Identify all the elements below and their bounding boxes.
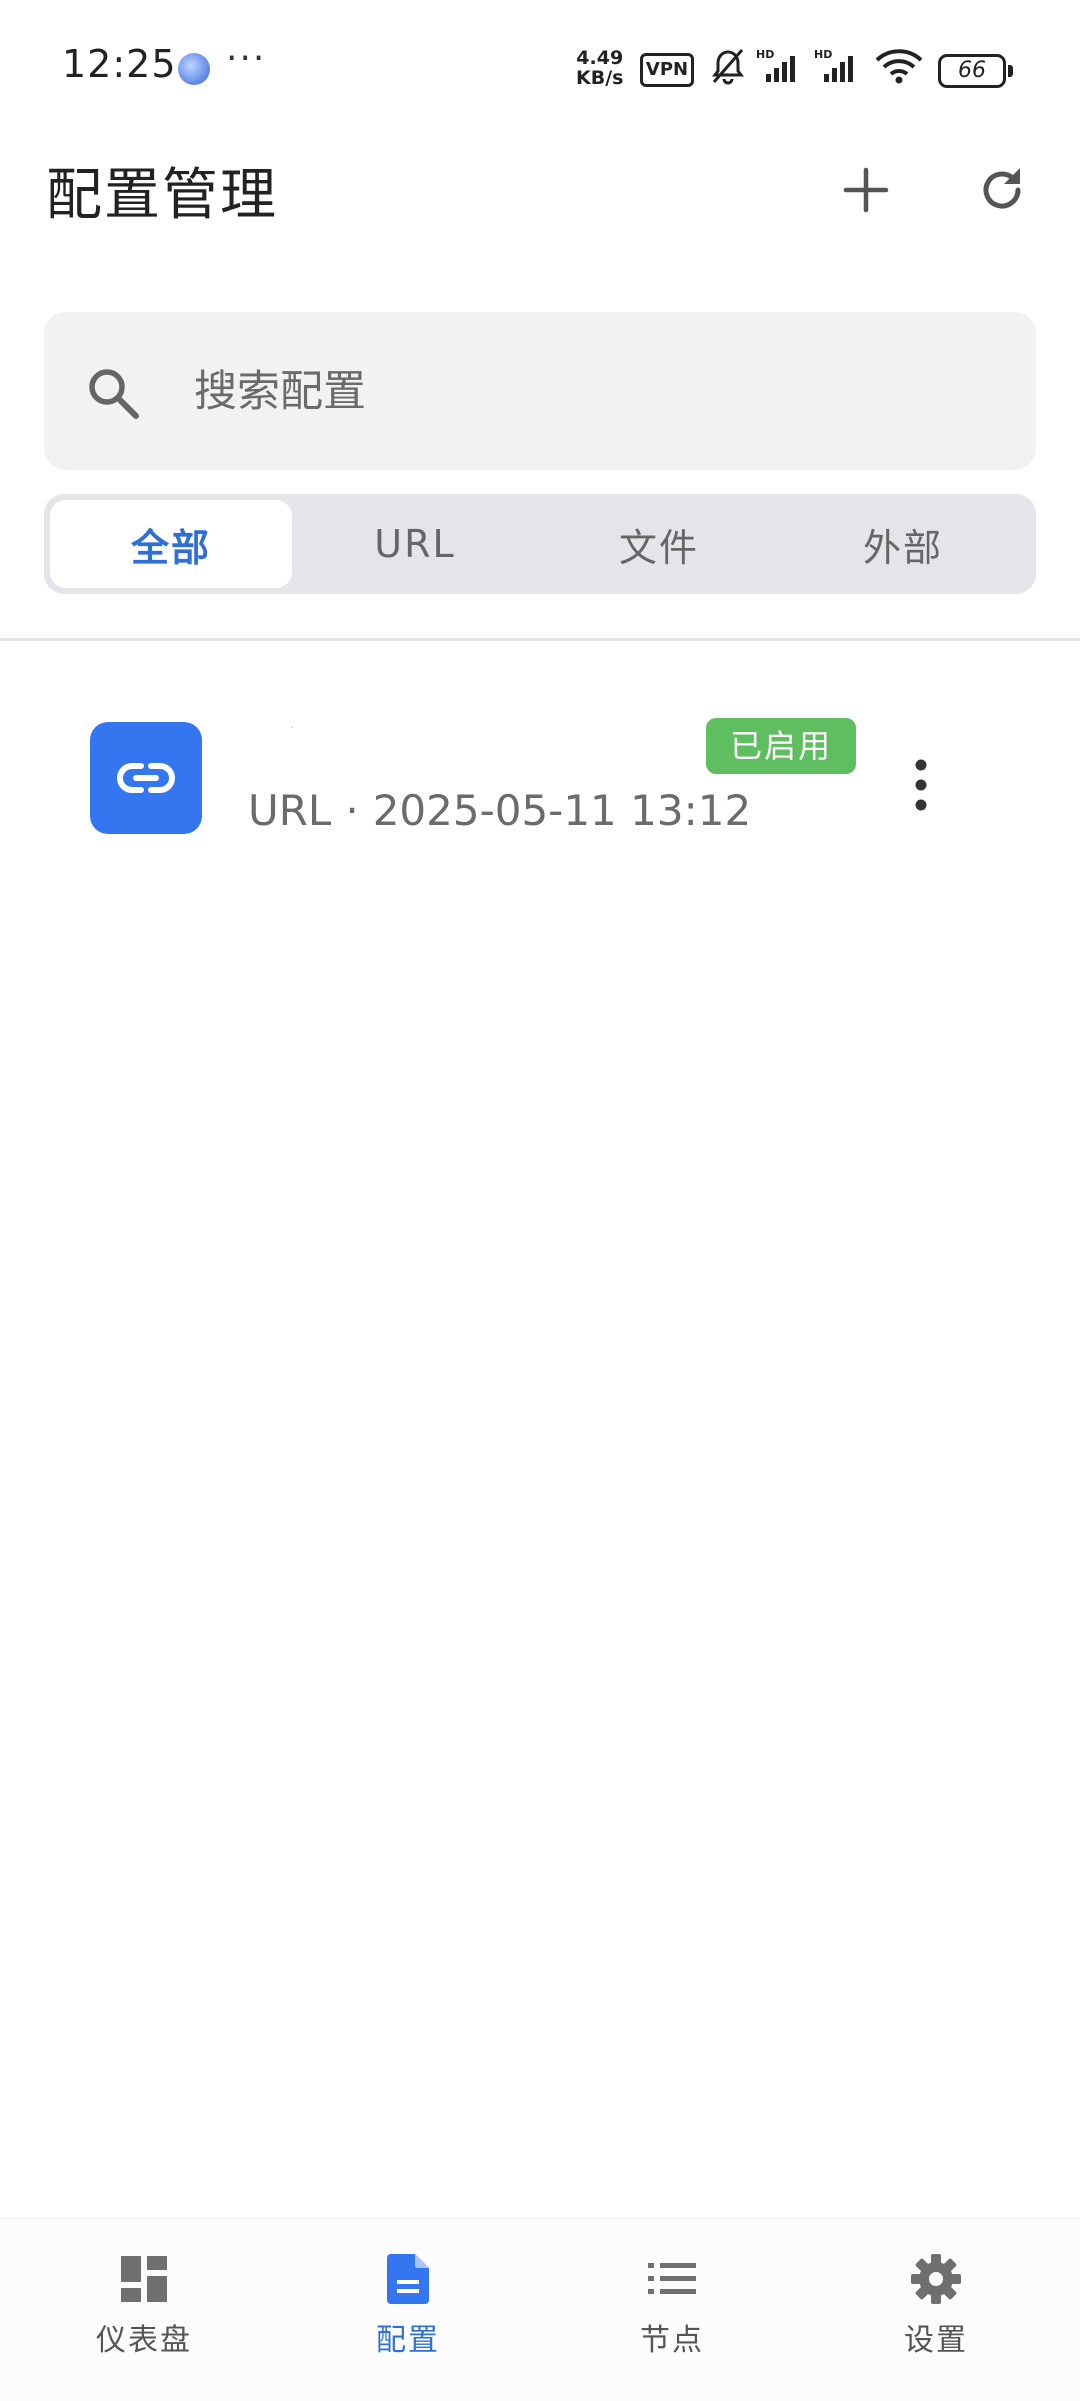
nav-settings-label: 设置 [904, 2323, 968, 2358]
network-speed-value: 4.49 [576, 47, 624, 69]
tab-url[interactable]: URL [294, 500, 536, 588]
more-vertical-icon [915, 759, 927, 811]
wifi-icon [874, 46, 924, 90]
page-title: 配置管理 [46, 163, 278, 228]
more-notifications-icon: ··· [226, 38, 267, 79]
status-bar: 12:25 ··· 4.49 KB/s VPN HD HD 66 [0, 0, 1080, 140]
add-config-button[interactable] [826, 150, 906, 230]
tab-all[interactable]: 全部 [50, 500, 292, 588]
refresh-button[interactable] [962, 150, 1042, 230]
config-list-item[interactable]: · URL · 2025-05-11 13:12 已启用 [60, 690, 960, 870]
bottom-nav: 仪表盘 配置 节点 设置 [0, 2218, 1080, 2401]
nav-nodes-label: 节点 [640, 2323, 704, 2358]
tab-external[interactable]: 外部 [782, 500, 1024, 588]
nav-dashboard-label: 仪表盘 [96, 2323, 192, 2358]
refresh-icon [983, 168, 1021, 209]
meta-separator: · [345, 786, 359, 835]
document-icon [380, 2251, 436, 2307]
nav-configs[interactable]: 配置 [308, 2233, 508, 2383]
dashboard-icon [116, 2251, 172, 2307]
gear-icon [908, 2251, 964, 2307]
search-icon [86, 366, 140, 424]
vpn-icon: VPN [640, 53, 694, 87]
search-input[interactable] [192, 356, 996, 428]
plus-icon [843, 167, 889, 213]
nav-configs-label: 配置 [376, 2323, 440, 2358]
nav-settings[interactable]: 设置 [836, 2233, 1036, 2383]
status-badge: 已启用 [706, 718, 857, 774]
mute-bell-icon [708, 46, 748, 90]
link-icon [117, 763, 175, 793]
network-speed: 4.49 KB/s [576, 48, 623, 88]
filter-tabs: 全部 URL 文件 外部 [44, 494, 1036, 594]
nav-nodes[interactable]: 节点 [572, 2233, 772, 2383]
config-more-button[interactable] [876, 740, 966, 830]
svg-text:HD: HD [756, 48, 774, 61]
signal-1-icon: HD [756, 46, 806, 90]
config-name: · [290, 720, 295, 736]
app-notification-icon [178, 53, 210, 85]
divider [0, 638, 1080, 641]
config-type-icon [90, 722, 202, 834]
battery-icon: 66 [938, 54, 1013, 88]
list-icon [644, 2251, 700, 2307]
config-updated-time: 2025-05-11 13:12 [372, 786, 752, 835]
config-type: URL [248, 786, 332, 835]
status-time: 12:25 [62, 42, 177, 86]
nav-dashboard[interactable]: 仪表盘 [44, 2233, 244, 2383]
config-meta: URL · 2025-05-11 13:12 [248, 786, 751, 835]
tab-file[interactable]: 文件 [538, 500, 780, 588]
svg-text:HD: HD [814, 48, 832, 61]
network-speed-unit: KB/s [576, 67, 624, 89]
signal-2-icon: HD [814, 46, 864, 90]
